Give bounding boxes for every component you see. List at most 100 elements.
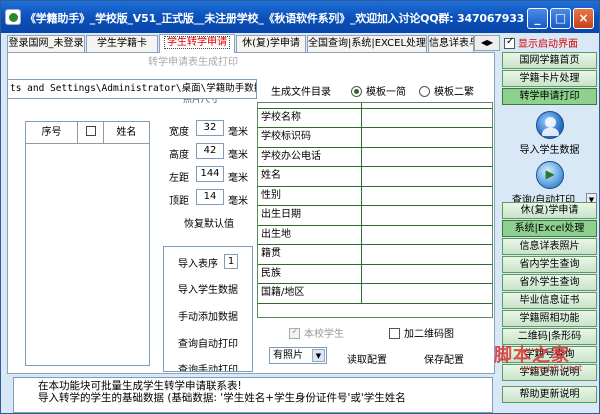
student-list[interactable]: 序号 姓名 (25, 121, 150, 366)
options-panel: 本校学生 加二维码图 有照片 ▼ 读取配置 保存配置 (259, 323, 491, 367)
sidebar-item-graduation[interactable]: 毕业信息证书 (502, 292, 597, 309)
restore-defaults-button[interactable]: 恢复默认值 (184, 215, 234, 230)
qr-code-label: 加二维码图 (404, 329, 454, 340)
grid-row[interactable]: 学校标识码 (258, 128, 492, 148)
grid-field-name: 籍贯 (258, 245, 362, 264)
show-start-toggle[interactable]: 显示启动界面 (504, 35, 600, 51)
show-start-label: 显示启动界面 (518, 39, 578, 50)
grid-excel-cell[interactable] (364, 284, 492, 303)
radio-unselected-icon (419, 86, 430, 97)
template-two-label: 模板二繁 (434, 87, 474, 98)
query-auto-print-button[interactable]: 查询自动打印 (178, 335, 238, 350)
template-one-radio[interactable]: 模板一简 (351, 83, 406, 98)
select-all-checkbox[interactable] (85, 126, 96, 136)
grid-row[interactable]: 学校办公电话 (258, 147, 492, 167)
sidebar-item-suspend[interactable]: 休(复)学申请 (502, 202, 597, 219)
top-margin-unit: 毫米 (228, 196, 248, 207)
sidebar-item-transfer-print[interactable]: 转学申请打印 (502, 88, 597, 105)
show-start-checkbox[interactable] (504, 36, 515, 49)
grid-row[interactable]: 籍贯 (258, 245, 492, 265)
sidebar-item-system-excel[interactable]: 系统|Excel处理 (502, 220, 597, 237)
tab-login[interactable]: 登录国网_未登录 (7, 35, 85, 52)
status-line-2: 导入转学的学生的基础数据 (基础数据: '学生姓名+学生身份证件号'或'学生姓名 (38, 392, 406, 404)
import-table-label: 导入表序 (178, 259, 218, 270)
grid-row[interactable]: 国籍/地区 (258, 284, 492, 304)
status-message-box: 在本功能块可批量生成学生转学申请联系表! 导入转学的学生的基础数据 (基础数据:… (13, 377, 493, 413)
grid-excel-cell[interactable] (364, 109, 492, 128)
sidebar-item-out-province[interactable]: 省外学生查询 (502, 274, 597, 291)
sidebar-item-photo-function[interactable]: 学籍照相功能 (502, 310, 597, 327)
grid-field-name: 出生日期 (258, 206, 362, 225)
col-select-all[interactable] (78, 122, 104, 143)
photo-select-value: 有照片 (273, 350, 303, 361)
grid-excel-cell[interactable] (364, 187, 492, 206)
close-button[interactable]: × (573, 8, 594, 29)
maximize-button[interactable]: □ (550, 8, 571, 29)
grid-excel-cell[interactable]: Excel单元格名 (364, 103, 492, 108)
radio-selected-icon (351, 86, 362, 97)
height-input[interactable]: 42 (196, 143, 224, 159)
query-manual-print-button[interactable]: 查询手动打印 (178, 361, 238, 371)
school-student-checkbox[interactable]: 本校学生 (289, 325, 344, 340)
width-input[interactable]: 32 (196, 120, 224, 136)
template-two-radio[interactable]: 模板二繁 (419, 83, 474, 98)
grid-field-name: 导入数据内容 (258, 103, 362, 108)
manual-add-button[interactable]: 手动添加数据 (178, 308, 238, 323)
grid-row[interactable]: 学校名称 (258, 108, 492, 128)
photo-select[interactable]: 有照片 ▼ (269, 347, 327, 364)
grid-excel-cell[interactable] (364, 128, 492, 147)
grid-field-name: 性别 (258, 186, 362, 206)
import-table-input[interactable]: 1 (224, 254, 238, 269)
field-mapping-grid[interactable]: 导入数据内容Excel单元格名学校名称学校标识码学校办公电话姓名性别出生日期出生… (257, 102, 493, 318)
grid-row[interactable]: 出生日期 (258, 206, 492, 226)
grid-excel-cell[interactable] (364, 226, 492, 245)
tab-student-card[interactable]: 学生学籍卡 (86, 35, 158, 52)
sidebar-item-info-photo[interactable]: 信息详表照片 (502, 238, 597, 255)
grid-excel-cell[interactable] (364, 245, 492, 264)
output-path-input[interactable]: ts and Settings\Administrator\桌面\学籍助手数据\… (7, 79, 257, 99)
height-unit: 毫米 (228, 150, 248, 161)
users-icon (535, 111, 564, 139)
read-config-button[interactable]: 读取配置 (347, 351, 387, 366)
tab-transfer-apply[interactable]: 学生转学申请 (159, 34, 235, 53)
left-margin-label: 左距 (169, 173, 189, 184)
sidebar-item-in-province[interactable]: 省内学生查询 (502, 256, 597, 273)
top-margin-label: 顶距 (169, 196, 189, 207)
tab-national-query[interactable]: 全国查询|系统|EXCEL处理 (307, 35, 427, 52)
sidebar-item-help[interactable]: 帮助更新说明 (502, 386, 597, 403)
tab-login-label: 登录国网_未登录 (8, 38, 84, 49)
grid-excel-cell[interactable] (364, 265, 492, 284)
import-data-button[interactable]: 导入学生数据 (178, 281, 238, 296)
grid-field-name: 民族 (258, 264, 362, 284)
top-margin-input[interactable]: 14 (196, 189, 224, 205)
qr-code-checkbox[interactable]: 加二维码图 (389, 325, 454, 340)
col-name[interactable]: 姓名 (104, 122, 149, 143)
sidebar-item-national-home[interactable]: 国网学籍首页 (502, 52, 597, 69)
tab-student-card-label: 学生学籍卡 (97, 38, 147, 49)
minimize-button[interactable]: _ (527, 8, 548, 29)
grid-row[interactable]: 性别 (258, 186, 492, 206)
sidebar-item-card-process[interactable]: 学籍卡片处理 (502, 70, 597, 87)
save-config-button[interactable]: 保存配置 (424, 351, 464, 366)
import-student-data-button[interactable]: 导入学生数据 (502, 107, 597, 159)
grid-field-name: 学校名称 (258, 108, 362, 128)
grid-excel-cell[interactable] (364, 148, 492, 167)
width-unit: 毫米 (228, 127, 248, 138)
title-bar[interactable]: 《学籍助手》_学校版_V51_正式版__未注册学校_《秋语软件系列》_欢迎加入讨… (1, 1, 599, 33)
left-margin-row: 左距 144 毫米 (161, 166, 253, 186)
col-seq[interactable]: 序号 (26, 122, 78, 143)
tab-suspend-apply[interactable]: 休(复)学申请 (236, 35, 306, 52)
grid-excel-cell[interactable] (364, 206, 492, 225)
grid-row[interactable]: 姓名 (258, 167, 492, 187)
tab-national-query-label: 全国查询|系统|EXCEL处理 (308, 38, 427, 49)
grid-excel-cell[interactable] (364, 167, 492, 186)
tab-scroll-arrows[interactable]: ◀▶ (474, 35, 500, 51)
checkbox-icon (289, 326, 300, 339)
grid-row[interactable]: 民族 (258, 264, 492, 284)
left-margin-input[interactable]: 144 (196, 166, 224, 182)
tab-info-photo[interactable]: 信息详表与照片 (428, 35, 474, 52)
tab-transfer-apply-label: 学生转学申请 (164, 36, 230, 49)
tab-info-photo-label: 信息详表与照片 (429, 38, 473, 49)
chevron-down-icon: ▼ (312, 349, 325, 362)
grid-row[interactable]: 出生地 (258, 225, 492, 245)
